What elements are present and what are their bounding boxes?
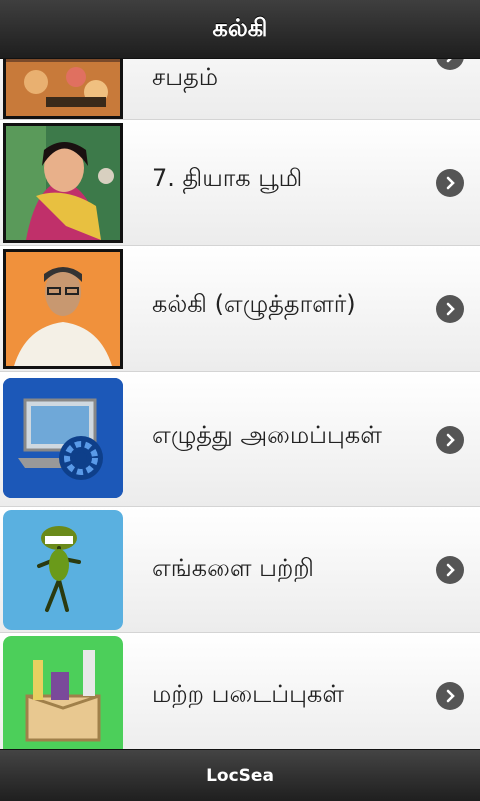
footer-brand: LocSea — [206, 765, 274, 786]
list-item-other-works[interactable]: மற்ற படைப்புகள் — [0, 633, 480, 749]
chevron-right-icon — [436, 169, 464, 197]
list-item-label: எங்களை பற்றி — [152, 554, 314, 582]
list-item-label: 7. தியாக பூமி — [152, 164, 303, 192]
chevron-right-icon — [436, 556, 464, 584]
author-portrait-thumbnail — [3, 249, 123, 369]
list-item-kalki-author[interactable]: கல்கி (எழுத்தாளர்) — [0, 246, 480, 372]
about-figure-thumbnail — [3, 510, 123, 630]
chevron-right-icon — [436, 59, 464, 70]
list-item-about-us[interactable]: எங்களை பற்றி — [0, 507, 480, 633]
list-item-font-settings[interactable]: எழுத்து அமைப்புகள் — [0, 372, 480, 507]
chevron-right-icon — [436, 295, 464, 323]
chevron-right-icon — [436, 682, 464, 710]
list-item-sabatham[interactable]: சபதம் — [0, 59, 480, 120]
other-works-box-thumbnail — [3, 636, 123, 749]
painting-woman-thumbnail — [3, 123, 123, 243]
app-header: கல்கி — [0, 0, 480, 59]
list-item-label: மற்ற படைப்புகள் — [152, 680, 345, 708]
list-item-label: கல்கி (எழுத்தாளர்) — [152, 290, 356, 318]
page-title: கல்கி — [212, 13, 268, 42]
painting-crowd-thumbnail — [3, 59, 123, 119]
settings-computer-thumbnail — [3, 378, 123, 498]
app-footer: LocSea — [0, 749, 480, 801]
list-item-label: சபதம் — [152, 63, 219, 91]
content-list[interactable]: சபதம் 7. தியாக பூமி கல்கி (எழுத்தாளர்) எ… — [0, 59, 480, 749]
list-item-label: எழுத்து அமைப்புகள் — [152, 421, 382, 449]
chevron-right-icon — [436, 426, 464, 454]
list-item-thiyaga-boomi[interactable]: 7. தியாக பூமி — [0, 120, 480, 246]
